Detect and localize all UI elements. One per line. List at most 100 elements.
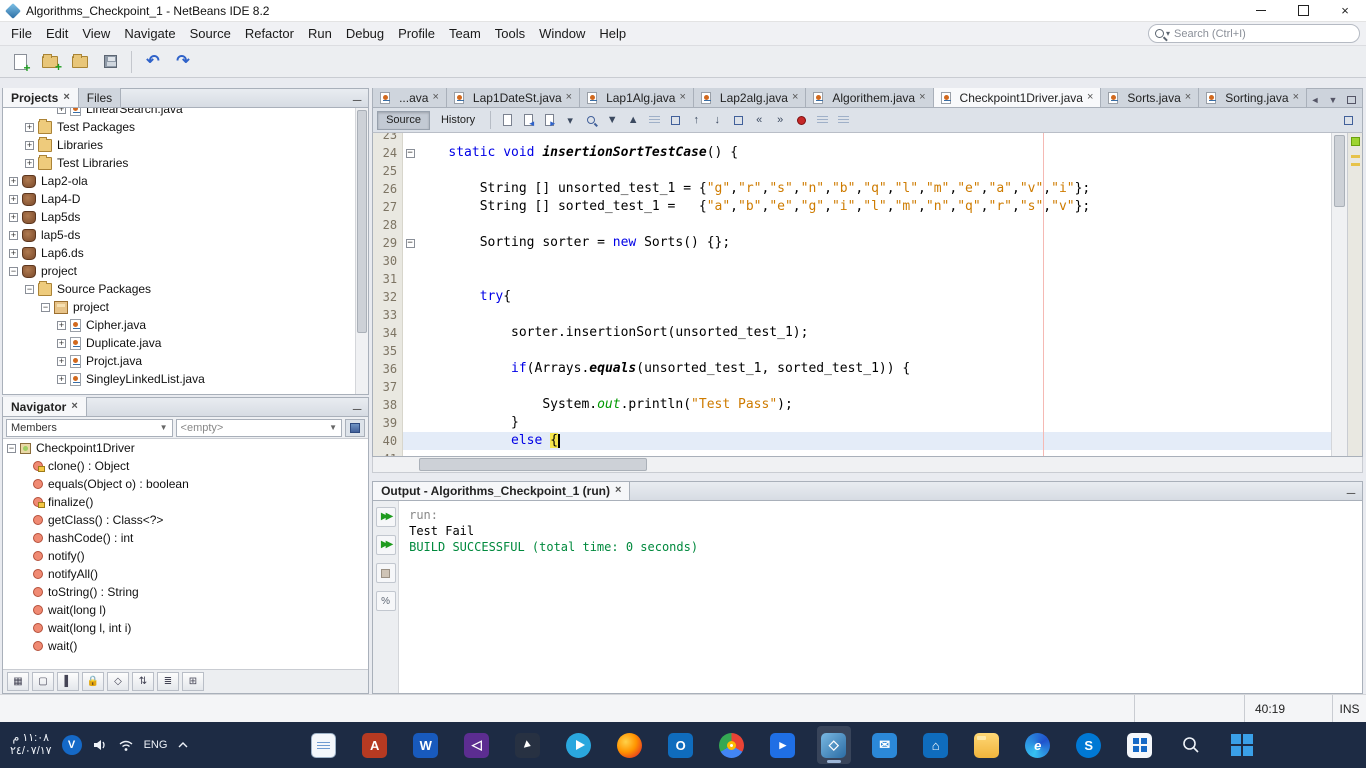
navigator-view-options-button[interactable] [345,419,365,437]
minimize-panel-icon[interactable]: ─ [346,93,368,107]
expander-icon[interactable]: + [9,213,18,222]
close-icon[interactable]: × [919,92,925,103]
taskbar-chrome-icon[interactable] [715,726,749,764]
tree-item[interactable]: +Test Libraries [3,154,368,172]
warning-mark[interactable] [1351,163,1360,166]
taskbar-tiles-icon[interactable] [1123,726,1157,764]
expander-icon[interactable]: − [9,267,18,276]
code-line-36[interactable]: 36 if(Arrays.equals(unsorted_test_1, sor… [373,360,1331,378]
taskbar-edge-icon[interactable]: e [1021,726,1055,764]
expander-icon[interactable]: + [9,177,18,186]
code-line-34[interactable]: 34 sorter.insertionSort(unsorted_test_1)… [373,324,1331,342]
taskbar-netbeans-icon[interactable]: ◇ [817,726,851,764]
back-button[interactable]: ◄ [518,110,538,130]
member-item[interactable]: finalize() [3,493,368,511]
code-line-33[interactable]: 33 [373,306,1331,324]
taskbar-notepad-icon[interactable] [307,726,341,764]
menu-run[interactable]: Run [301,23,339,44]
navigator-root-item[interactable]: −Checkpoint1Driver [3,439,368,457]
expander-icon[interactable]: − [41,303,50,312]
close-icon[interactable]: × [1087,92,1093,103]
tree-item[interactable]: +Projct.java [3,352,368,370]
scroll-tabs-left-icon[interactable]: ◄ [1307,92,1323,107]
menu-edit[interactable]: Edit [39,23,75,44]
tab-list-icon[interactable]: ▼ [1325,92,1341,107]
wifi-icon[interactable] [118,738,134,752]
tree-item[interactable]: −project [3,262,368,280]
member-item[interactable]: toString() : String [3,583,368,601]
taskbar-access-icon[interactable]: A [358,726,392,764]
close-icon[interactable]: × [71,401,77,412]
menu-debug[interactable]: Debug [339,23,391,44]
maximize-editor-icon[interactable] [1343,92,1359,107]
editor-tab-lap1alg-java[interactable]: Lap1Alg.java× [580,88,694,107]
show-static-members-icon[interactable]: ▌ [57,672,79,691]
minimize-panel-icon[interactable]: ─ [346,402,368,416]
expander-icon[interactable]: − [7,444,16,453]
tree-item[interactable]: +Lap2-ola [3,172,368,190]
tree-item[interactable]: +Duplicate.java [3,334,368,352]
tab-files[interactable]: Files [79,88,121,107]
menu-source[interactable]: Source [183,23,238,44]
menu-refactor[interactable]: Refactor [238,23,301,44]
code-line-28[interactable]: 28 [373,216,1331,234]
code-line-26[interactable]: 26 String [] unsorted_test_1 = {"g","r",… [373,180,1331,198]
comment-button[interactable] [812,110,832,130]
undo-button[interactable]: ↶ [139,49,167,75]
shift-left-button[interactable]: « [749,110,769,130]
tab-output[interactable]: Output - Algorithms_Checkpoint_1 (run) × [373,481,630,500]
member-item[interactable]: wait(long l, int i) [3,619,368,637]
editor-tab-sorting-java[interactable]: Sorting.java× [1199,88,1307,107]
quick-search-box[interactable]: ▾ [1148,24,1360,43]
expander-icon[interactable]: + [9,249,18,258]
expander-icon[interactable]: + [25,141,34,150]
taskbar-firefox-icon[interactable] [613,726,647,764]
code-line-40[interactable]: 40 else { [373,432,1331,450]
code-line-32[interactable]: 32 try{ [373,288,1331,306]
volume-icon[interactable] [92,737,108,753]
minimize-button[interactable] [1240,0,1282,21]
search-dropdown-icon[interactable]: ▾ [1166,29,1170,38]
close-icon[interactable]: × [63,92,69,103]
menu-file[interactable]: File [4,23,39,44]
code-line-35[interactable]: 35 [373,342,1331,360]
redo-button[interactable]: ↷ [169,49,197,75]
editor-horizontal-scrollbar[interactable] [372,457,1363,473]
start-macro-recording-button[interactable] [791,110,811,130]
member-item[interactable]: hashCode() : int [3,529,368,547]
forward-button[interactable]: ► [539,110,559,130]
taskbar-mail-icon[interactable]: ✉ [868,726,902,764]
tree-item[interactable]: +lap5-ds [3,226,368,244]
tree-item[interactable]: −project [3,298,368,316]
code-line-29[interactable]: 29− Sorting sorter = new Sorts() {}; [373,234,1331,252]
search-input[interactable] [1174,28,1353,40]
new-project-button[interactable] [36,49,64,75]
tray-app-icon[interactable]: V [62,735,82,755]
tree-item[interactable]: +Cipher.java [3,316,368,334]
tab-navigator[interactable]: Navigator × [3,397,87,416]
code-line-25[interactable]: 25 [373,162,1331,180]
menu-profile[interactable]: Profile [391,23,442,44]
tree-item[interactable]: +Lap5ds [3,208,368,226]
rectangular-selection-button[interactable] [665,110,685,130]
menu-navigate[interactable]: Navigate [117,23,182,44]
taskbar-explorer-icon[interactable] [970,726,1004,764]
toggle-bookmark-button[interactable] [728,110,748,130]
code-line-23[interactable]: 23 [373,133,1331,144]
taskbar-movies-icon[interactable]: ▸ [766,726,800,764]
menu-team[interactable]: Team [442,23,488,44]
rerun-button[interactable]: ▶▶ [376,507,396,527]
close-button[interactable]: × [1324,0,1366,21]
editor-vertical-scrollbar[interactable] [1331,133,1347,456]
language-indicator[interactable]: ENG [144,739,168,751]
previous-bookmark-button[interactable]: ↑ [686,110,706,130]
expander-icon[interactable]: + [57,321,66,330]
forward-dropdown-button[interactable]: ▾ [560,110,580,130]
menu-window[interactable]: Window [532,23,592,44]
split-window-icon[interactable] [1338,110,1358,130]
uncomment-button[interactable] [833,110,853,130]
editor-tab-lap2alg-java[interactable]: Lap2alg.java× [694,88,807,107]
member-item[interactable]: clone() : Object [3,457,368,475]
taskbar-visual-studio-icon[interactable]: ◁ [460,726,494,764]
editor-tab--ava[interactable]: ...ava× [373,88,447,107]
